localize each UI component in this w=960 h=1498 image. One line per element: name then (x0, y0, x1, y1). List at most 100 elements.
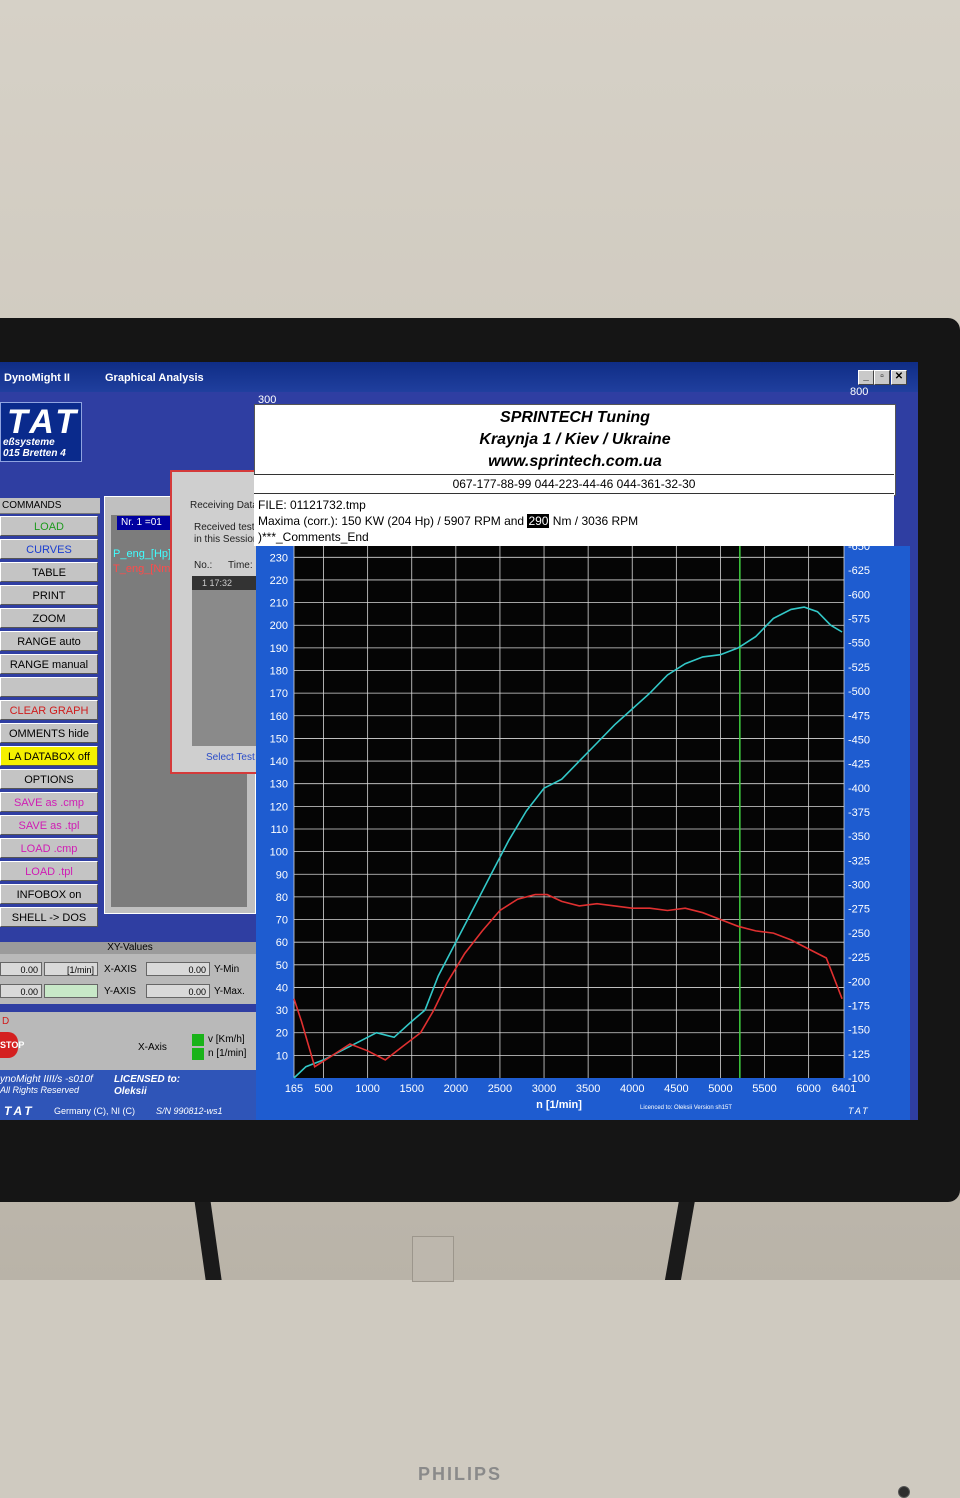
n-rpm-label: n [1/min] (208, 1048, 247, 1059)
y-right-tick-label: -300 (848, 880, 870, 892)
axis-select-panel: D STOP X-Axis v [Km/h] n [1/min] (0, 1012, 260, 1070)
commands-header: COMMANDS (0, 498, 100, 514)
x-tick-label: 2500 (488, 1083, 512, 1095)
y-right-tick-label: -125 (848, 1049, 870, 1061)
y-right-tick-label: -625 (848, 565, 870, 577)
x-tick-label: 6000 (796, 1083, 820, 1095)
y-left-tick-label: 160 (270, 711, 288, 723)
command-button[interactable]: OMMENTS hide (0, 723, 98, 743)
command-button[interactable]: SAVE as .cmp (0, 792, 98, 812)
rights-text: All Rights Reserved (0, 1085, 80, 1095)
power-button[interactable] (898, 1486, 910, 1498)
y-min-field[interactable]: 0.00 (146, 962, 210, 976)
x-axis-label: X-AXIS (104, 964, 137, 975)
monitor-brand: PHILIPS (417, 1464, 502, 1484)
command-button[interactable]: INFOBOX on (0, 884, 98, 904)
y-left-tick-label: 50 (276, 960, 288, 972)
company-name: SPRINTECH Tuning (500, 409, 650, 426)
command-button[interactable]: OPTIONS (0, 769, 98, 789)
v-radio[interactable] (192, 1034, 204, 1046)
serial-number: S/N 990812-ws1 (156, 1106, 223, 1116)
x-axis-label: n [1/min] (536, 1099, 582, 1111)
command-button[interactable]: LOAD .cmp (0, 838, 98, 858)
y-right-tick-label: -200 (848, 976, 870, 988)
maxima-text-b: Nm / 3036 RPM (549, 514, 639, 528)
y-right-tick-label: -425 (848, 759, 870, 771)
y-right-tick-label: -275 (848, 904, 870, 916)
command-button[interactable]: TABLE (0, 562, 98, 582)
command-button[interactable]: CLEAR GRAPH (0, 700, 98, 720)
y-left-tick-label: 60 (276, 937, 288, 949)
command-button[interactable]: RANGE manual (0, 654, 98, 674)
command-button[interactable]: PRINT (0, 585, 98, 605)
minimize-icon[interactable]: _ (858, 370, 874, 385)
dialog-test-list[interactable]: 1 17:32 (192, 576, 272, 746)
y-left-tick-label: 180 (270, 666, 288, 678)
y-left-tick-label: 130 (270, 779, 288, 791)
y-right-tick-label: -550 (848, 638, 870, 650)
y-max-field[interactable]: 0.00 (146, 984, 210, 998)
x-value2-field[interactable]: 0.00 (0, 984, 42, 998)
y-min-label: Y-Min (214, 964, 240, 975)
command-button[interactable]: LOAD .tpl (0, 861, 98, 881)
y-left-tick-label: 170 (270, 688, 288, 700)
y-right-tick-label: -525 (848, 662, 870, 674)
x-tick-label: 165 (285, 1083, 303, 1095)
command-button[interactable]: SHELL -> DOS (0, 907, 98, 927)
y-right-tick-label: -600 (848, 589, 870, 601)
y-left-tick-label: 200 (270, 620, 288, 632)
menu-graphical-analysis[interactable]: Graphical Analysis (105, 372, 204, 384)
y-right-tick-label: -475 (848, 710, 870, 722)
y-axis-label: Y-AXIS (104, 986, 136, 997)
torque-highlight: 290 (527, 514, 550, 528)
y-left-tick-label: 90 (276, 869, 288, 881)
restore-icon[interactable]: ▫ (874, 370, 890, 385)
command-button[interactable]: RANGE auto (0, 631, 98, 651)
y-left-tick-label: 10 (276, 1050, 288, 1062)
command-button[interactable]: SAVE as .tpl (0, 815, 98, 835)
comments-end: )***_Comments_End (258, 530, 369, 544)
curve-t-eng[interactable]: T_eng_[Nm (113, 563, 170, 575)
y-right-tick-label: -650 (848, 546, 870, 553)
y-right-tick-label: -375 (848, 807, 870, 819)
x-tick-label: 3500 (576, 1083, 600, 1095)
select-test-button[interactable]: Select Test (206, 752, 255, 763)
dialog-receiving: Receiving Data (190, 500, 258, 511)
dialog-session: in this Session (194, 534, 259, 545)
y-right-tick-label: -250 (848, 928, 870, 940)
x-tick-label: 5000 (708, 1083, 732, 1095)
x-green-field (44, 984, 98, 998)
close-icon[interactable]: ✕ (891, 370, 907, 385)
wall-outlet (412, 1236, 454, 1282)
y-right-tick-label: -400 (848, 783, 870, 795)
y-left-tick-label: 220 (270, 575, 288, 587)
command-button[interactable]: LOAD (0, 516, 98, 536)
plot-area (294, 546, 844, 1078)
stop-button[interactable]: STOP (0, 1032, 24, 1058)
curve-p-eng[interactable]: P_eng_[Hp] (113, 548, 171, 560)
x-tick-label: 500 (314, 1083, 332, 1095)
screen: DynoMight II Graphical Analysis _ ▫ ✕ TA… (0, 362, 918, 1120)
command-button[interactable]: CURVES (0, 539, 98, 559)
x-tick-label: 3000 (532, 1083, 556, 1095)
n-radio[interactable] (192, 1048, 204, 1060)
y-left-tick-label: 30 (276, 1005, 288, 1017)
dialog-received: Received test (194, 522, 255, 533)
y-left-tick-label: 120 (270, 801, 288, 813)
y-max-label: Y-Max. (214, 986, 245, 997)
app-title: DynoMight II (4, 372, 70, 384)
y-left-tick-label: 190 (270, 643, 288, 655)
x-tick-label: 2000 (444, 1083, 468, 1095)
x-unit-field: [1/min] (44, 962, 98, 976)
x-tick-label: 4500 (664, 1083, 688, 1095)
dyno-chart[interactable]: 10 20 30 40 50 60 70 80 90 100 110 120 130 140 150 160 1… (256, 541, 910, 1120)
y-left-tick-label: 210 (270, 598, 288, 610)
result-infobox: FILE: 01121732.tmp Maxima (corr.): 150 K… (254, 494, 894, 546)
command-button[interactable]: ZOOM (0, 608, 98, 628)
company-phones: 067-177-88-99 044-223-44-46 044-361-32-3… (254, 474, 894, 494)
y-left-tick-label: 40 (276, 982, 288, 994)
company-address: Kraynja 1 / Kiev / Ukraine (479, 431, 671, 448)
x-value-field[interactable]: 0.00 (0, 962, 42, 976)
command-button[interactable]: LA DATABOX off (0, 746, 98, 766)
xy-values-header: XY-Values (0, 942, 260, 954)
